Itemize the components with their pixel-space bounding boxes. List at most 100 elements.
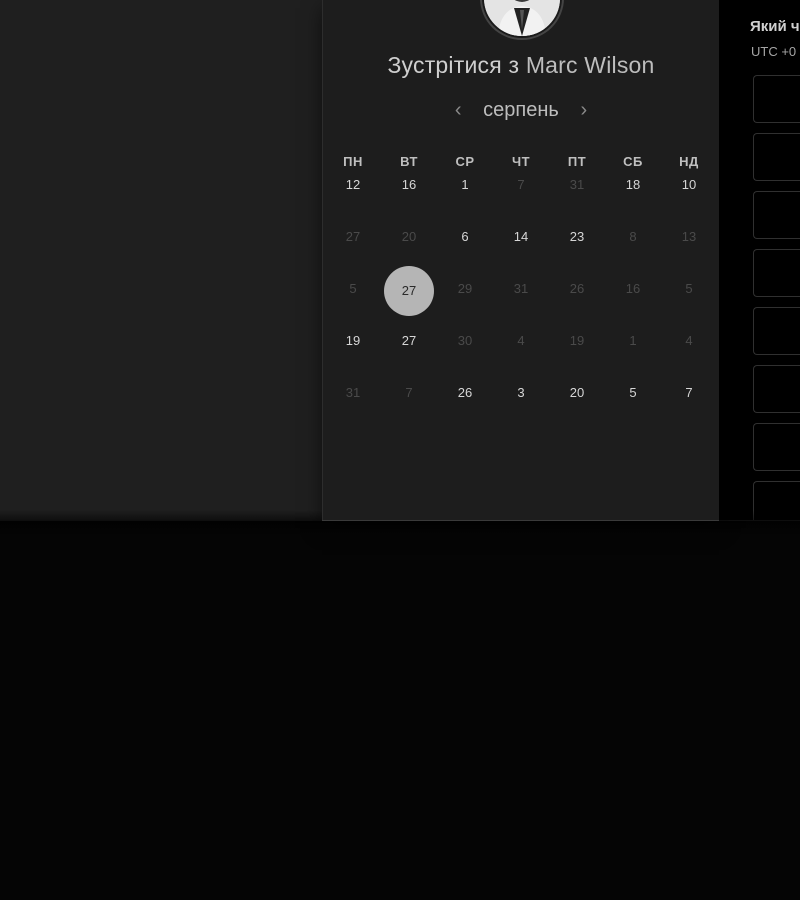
day-number: 10 <box>681 177 697 192</box>
weekday-label: ЧТ <box>511 154 531 169</box>
day-number: 13 <box>681 229 697 244</box>
month-navigation: ‹ серпень › <box>323 97 719 123</box>
day-number: 1 <box>629 333 637 348</box>
day-number: 29 <box>457 281 473 296</box>
day-number: 6 <box>461 229 469 244</box>
time-slot-button[interactable] <box>753 75 800 123</box>
host-name: Marc Wilson <box>525 52 655 78</box>
day-cell: 7 <box>381 382 437 434</box>
time-question-title: Який ч <box>750 18 800 35</box>
day-number: 23 <box>569 229 585 244</box>
day-cell[interactable]: 20 <box>549 382 605 434</box>
day-number: 19 <box>569 333 585 348</box>
day-cell: 13 <box>661 226 717 278</box>
day-number: 7 <box>405 385 413 400</box>
day-number: 14 <box>513 229 529 244</box>
calendar-card: Зустрітися з Marc Wilson ‹ серпень › ПН В… <box>322 0 719 520</box>
day-number: 26 <box>457 385 473 400</box>
host-avatar-image <box>484 0 560 36</box>
time-slot-button[interactable] <box>753 307 800 355</box>
day-cell[interactable]: 14 <box>493 226 549 278</box>
day-cell[interactable]: 10 <box>661 174 717 226</box>
day-number: 1 <box>461 177 469 192</box>
time-slot-list <box>753 75 800 520</box>
chevron-left-icon[interactable]: ‹ <box>451 100 465 120</box>
day-cell: 26 <box>549 278 605 330</box>
timezone-label[interactable]: UTC +0 <box>751 44 796 59</box>
day-number: 12 <box>345 177 361 192</box>
day-number: 18 <box>625 177 641 192</box>
weekday-label: СБ <box>623 154 643 169</box>
day-cell[interactable]: 3 <box>493 382 549 434</box>
time-slot-button[interactable] <box>753 133 800 181</box>
day-number: 4 <box>517 333 525 348</box>
day-cell[interactable]: 23 <box>549 226 605 278</box>
day-cell[interactable]: 27 <box>381 330 437 382</box>
day-cell[interactable]: 6 <box>437 226 493 278</box>
time-slot-button[interactable] <box>753 249 800 297</box>
day-number: 31 <box>513 281 529 296</box>
weekday-label: ПТ <box>567 154 587 169</box>
day-cell: 27 <box>325 226 381 278</box>
day-cell: 5 <box>661 278 717 330</box>
day-number: 3 <box>517 385 525 400</box>
day-number: 27 <box>384 266 434 316</box>
day-number: 19 <box>345 333 361 348</box>
weekday-label: СР <box>455 154 475 169</box>
time-selection-pane: Який ч UTC +0 <box>718 0 800 520</box>
day-number: 7 <box>517 177 525 192</box>
day-number: 5 <box>349 281 357 296</box>
time-slot-button[interactable] <box>753 423 800 471</box>
day-cell: 7 <box>493 174 549 226</box>
day-cell[interactable]: 26 <box>437 382 493 434</box>
day-number: 31 <box>345 385 361 400</box>
day-number: 20 <box>401 229 417 244</box>
day-number: 27 <box>345 229 361 244</box>
day-cell[interactable]: 19 <box>325 330 381 382</box>
day-cell: 5 <box>325 278 381 330</box>
day-cell[interactable]: 7 <box>661 382 717 434</box>
time-slot-button[interactable] <box>753 365 800 413</box>
day-cell[interactable]: 5 <box>605 382 661 434</box>
day-cell[interactable]: 18 <box>605 174 661 226</box>
chevron-right-icon[interactable]: › <box>577 100 591 120</box>
day-number: 16 <box>625 281 641 296</box>
time-slot-button[interactable] <box>753 191 800 239</box>
meeting-title: Зустрітися з Marc Wilson <box>323 52 719 79</box>
month-label: серпень <box>483 98 559 121</box>
day-number: 27 <box>401 333 417 348</box>
day-cell: 19 <box>549 330 605 382</box>
day-cell[interactable]: 1 <box>437 174 493 226</box>
weekday-label: ВТ <box>400 154 418 169</box>
day-cell[interactable]: 16 <box>381 174 437 226</box>
weekday-label: ПН <box>343 154 363 169</box>
day-number: 16 <box>401 177 417 192</box>
weekday-label: НД <box>679 154 699 169</box>
meeting-title-prefix: Зустрітися з <box>387 52 526 78</box>
day-cell: 29 <box>437 278 493 330</box>
day-cell: 4 <box>493 330 549 382</box>
day-number: 5 <box>685 281 693 296</box>
left-pane <box>0 0 322 521</box>
day-number: 26 <box>569 281 585 296</box>
day-number: 8 <box>629 229 637 244</box>
host-avatar <box>482 0 562 38</box>
day-cell-selected[interactable]: 27 <box>381 266 437 330</box>
day-number: 30 <box>457 333 473 348</box>
day-cell: 30 <box>437 330 493 382</box>
day-cell: 31 <box>325 382 381 434</box>
day-cell: 31 <box>493 278 549 330</box>
day-number: 5 <box>629 385 637 400</box>
weekday-header: ПН ВТ СР ЧТ ПТ СБ НД <box>325 154 717 169</box>
day-grid: 12 16 1 7 31 18 10 27 20 6 14 23 8 13 5 27 29 31 26 16 5 19 27… <box>325 174 717 434</box>
day-cell: 31 <box>549 174 605 226</box>
day-cell: 1 <box>605 330 661 382</box>
day-number: 7 <box>685 385 693 400</box>
day-number: 20 <box>569 385 585 400</box>
day-cell: 4 <box>661 330 717 382</box>
day-cell[interactable]: 12 <box>325 174 381 226</box>
day-cell: 8 <box>605 226 661 278</box>
day-number: 31 <box>569 177 585 192</box>
day-number: 4 <box>685 333 693 348</box>
day-cell: 16 <box>605 278 661 330</box>
